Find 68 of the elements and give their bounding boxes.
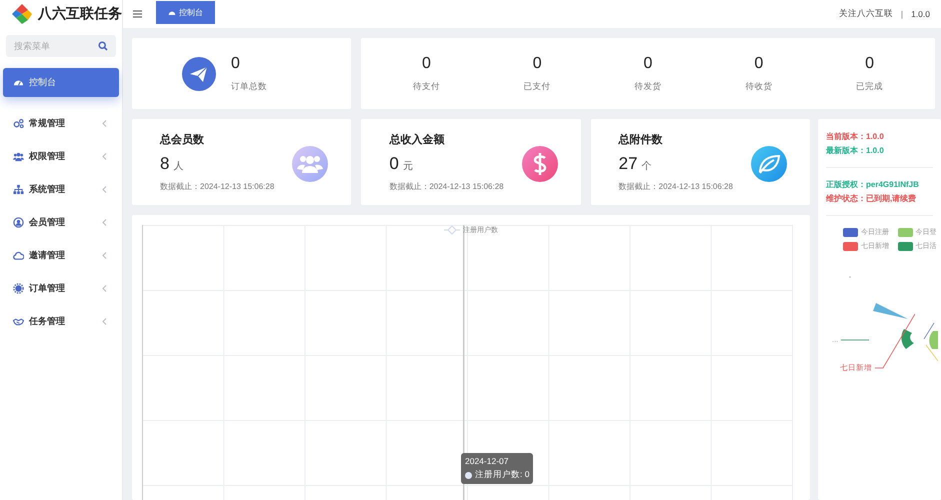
status-count: 0 [754, 54, 764, 72]
handshake-icon [13, 316, 24, 327]
status-count: 0 [422, 54, 431, 72]
dollar-icon [522, 146, 558, 182]
polar-wedge [929, 331, 938, 349]
dot-icon [465, 472, 472, 478]
gear-icon [13, 283, 24, 294]
info-line: 维护状态：已到期,请续费 [826, 193, 918, 204]
polar-wedge [901, 329, 914, 349]
leader-line [841, 338, 870, 340]
legend-marker-icon [444, 225, 460, 235]
status-count: 0 [865, 54, 874, 72]
leaf-icon [750, 146, 787, 182]
search-icon [98, 41, 108, 51]
order-total-value: 0 [231, 54, 241, 72]
stat-value: 27 [618, 154, 638, 174]
menu-item[interactable]: 订单管理 [3, 274, 119, 303]
menu-item[interactable]: 常规管理 [3, 109, 119, 138]
status-label: 已完成 [856, 80, 884, 92]
tooltip-date: 2024-12-07 [465, 456, 510, 466]
menu-icon [133, 10, 142, 18]
stat-title: 总会员数 [160, 132, 205, 147]
tab[interactable]: 控制台 [156, 1, 215, 24]
header-link[interactable]: 关注八六互联 [838, 8, 893, 20]
stat-value: 8 [160, 154, 170, 174]
info-line: 最新版本：1.0.0 [826, 145, 885, 156]
stat-unit: 个 [642, 160, 652, 173]
stat-title: 总附件数 [618, 132, 664, 147]
stat-value: 0 [389, 154, 399, 174]
info-line: 当前版本：1.0.0 [826, 131, 885, 142]
status-label: 待支付 [412, 80, 440, 92]
separator: | [900, 9, 904, 19]
menu-item[interactable]: 邀请管理 [3, 241, 119, 270]
status-label: 待收货 [745, 80, 772, 92]
logo-icon [11, 3, 33, 25]
stat-note: 数据截止：2024-12-13 15:06:28 [618, 181, 734, 192]
dashboard-icon [168, 8, 176, 16]
status-count: 0 [644, 54, 652, 72]
gears-icon [13, 118, 24, 129]
status-label: 待发货 [634, 80, 662, 92]
stat-unit: 元 [402, 160, 413, 173]
order-total-label: 订单总数 [231, 80, 267, 92]
header-link[interactable]: 1.0.0 [911, 9, 930, 19]
info-line: 正版授权：per4G91INfJB [826, 179, 920, 190]
tooltip-value: 注册用户数: 0 [475, 469, 530, 481]
users-icon [292, 146, 328, 182]
menu-item[interactable]: 会员管理 [3, 208, 119, 237]
leader-line [875, 313, 915, 369]
polar-wedge [873, 303, 908, 319]
status-count: 0 [532, 54, 542, 72]
stat-unit: 人 [173, 160, 184, 173]
cloud-icon [13, 250, 24, 261]
stat-title: 总收入金额 [389, 132, 446, 147]
menu-item[interactable]: 任务管理 [3, 307, 119, 336]
menu-item[interactable]: 控制台 [3, 68, 119, 97]
leader-line [926, 344, 938, 362]
stat-note: 数据截止：2024-12-13 15:06:28 [389, 181, 505, 192]
users-icon [13, 151, 24, 162]
sitemap-icon [13, 184, 24, 195]
stat-note: 数据截止：2024-12-13 15:06:28 [160, 181, 276, 192]
leader-line [924, 322, 934, 340]
status-label: 已支付 [524, 80, 551, 92]
menu-item[interactable]: 系统管理 [3, 175, 119, 204]
paper-plane-icon [182, 56, 216, 90]
user-circle-icon [13, 217, 24, 228]
app-title: 八六互联任务 [38, 5, 122, 23]
menu-item[interactable]: 权限管理 [3, 142, 119, 171]
search-field[interactable]: 搜索菜单 [6, 35, 116, 57]
